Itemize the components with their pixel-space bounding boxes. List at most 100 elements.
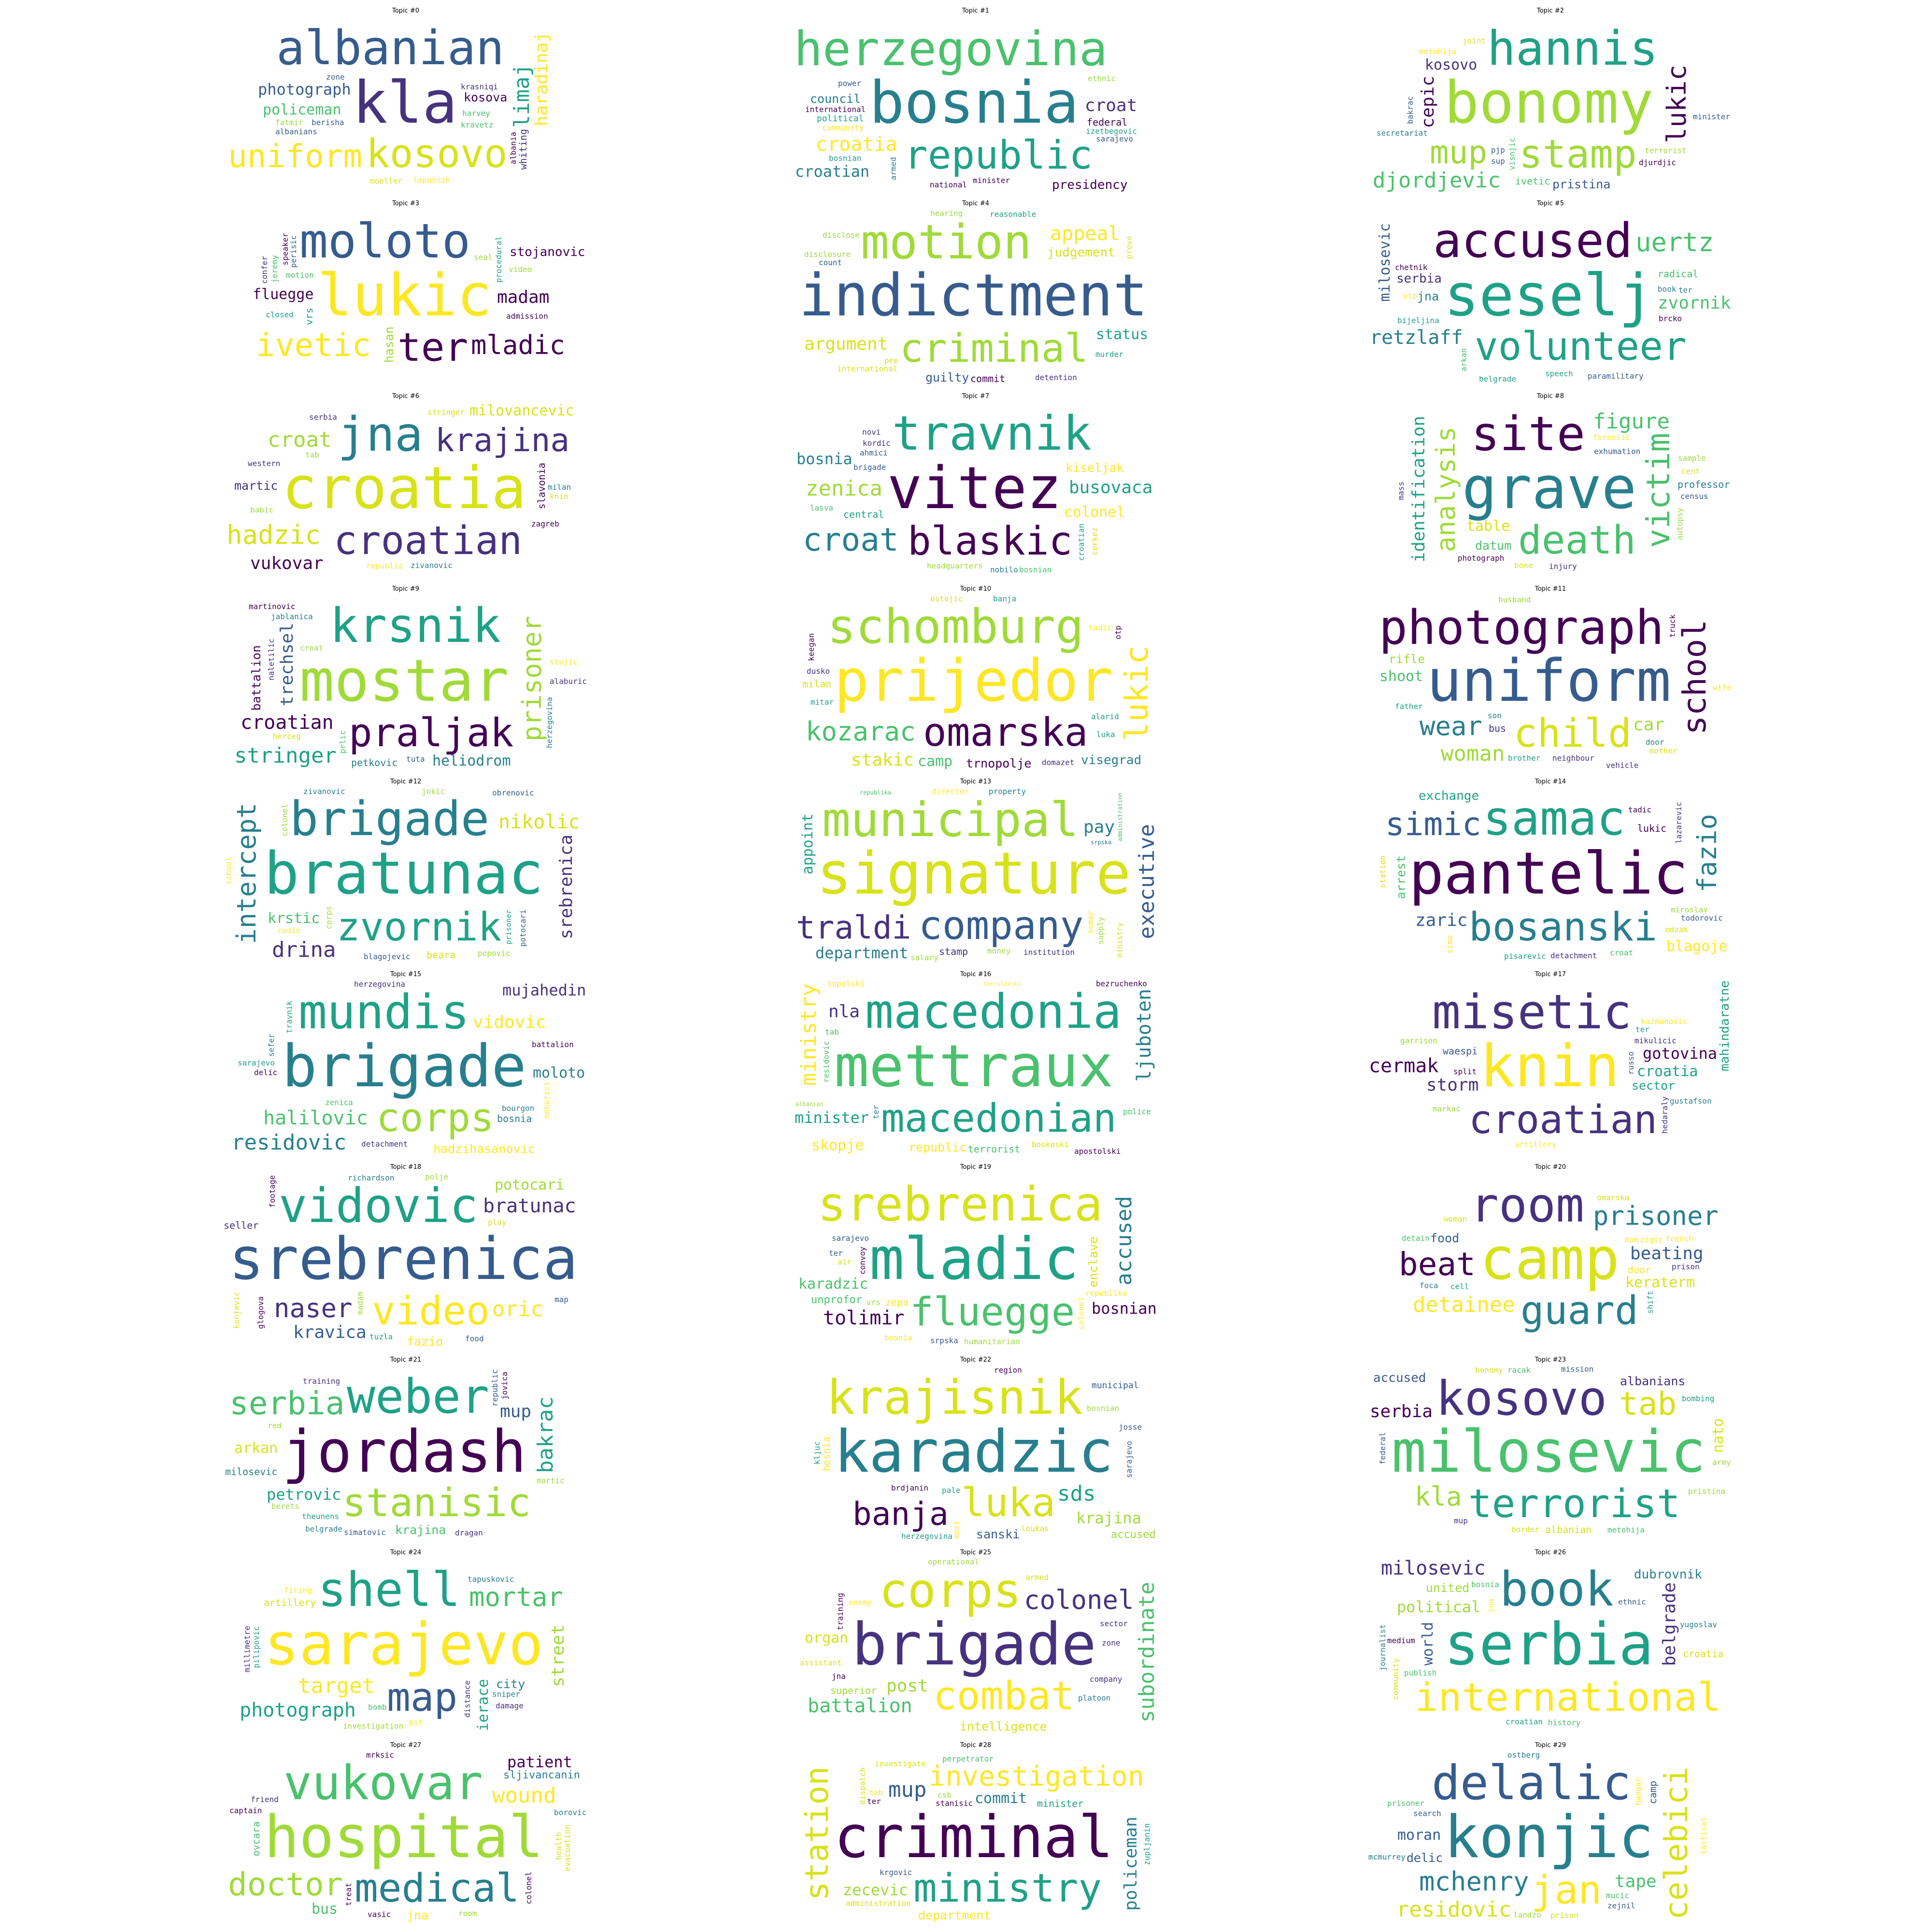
cloud-word: map [387,1675,458,1720]
cloud-word: subordinate [1135,1582,1159,1723]
cloud-word: stamp [939,946,968,957]
cloud-word: albanian [796,1101,824,1108]
cloud-word: drina [272,938,336,962]
cloud-word: omarska [923,710,1088,755]
cloud-word: brigade [282,1033,526,1100]
cloud-word: richardson [348,1173,395,1182]
cloud-word: joint [1463,36,1486,45]
cloud-word: belgrade [305,1524,343,1534]
cloud-word: pale [942,1486,961,1495]
cloud-word: tab [1619,1385,1677,1422]
cloud-word: jovica [500,1372,509,1400]
topic-panel: Topic #5 seselj accused volunteer retzlaff ue… [1367,199,1734,385]
cloud-word: hadzic [227,520,321,550]
cloud-word: harvey [462,109,490,118]
cloud-word: albanian [276,21,505,76]
cloud-word: accused [1433,213,1633,269]
cloud-word: ivetic [1515,175,1550,187]
cloud-word: mahindaratne [1718,980,1732,1071]
cloud-word: boskoski [1032,1140,1069,1149]
cloud-word: samac [1483,791,1626,846]
cloud-word: croatia [282,455,526,522]
cloud-word: bratunac [483,1195,576,1217]
cloud-word: herzegovina [901,1532,952,1541]
cloud-word: photograph [240,1699,356,1721]
cloud-word: patient [507,1753,572,1771]
cloud-word: investigation [343,1721,404,1731]
cloud-word: luka [961,1480,1056,1526]
topic-title: Topic #17 [1534,971,1566,978]
topic-title: Topic #6 [392,393,419,400]
cloud-word: beara [426,949,456,961]
cloud-word: tuta [406,754,425,764]
cloud-word: brcko [1659,314,1682,323]
cloud-word: assistant [800,1658,842,1667]
cloud-word: loukas [1021,1524,1049,1533]
cloud-word: corps [324,906,333,930]
cloud-word: serbia [1396,271,1442,286]
cloud-word: colonel [1064,504,1125,521]
cloud-word: car [1633,715,1665,735]
topic-panel: Topic #28 criminal investigation ministry st… [792,1741,1159,1927]
cloud-word: brother [1508,753,1541,763]
cloud-word: cell [1450,1282,1469,1291]
word-cloud: mettraux macedonia macedonian ljuboten minis… [792,979,1159,1156]
cloud-word: jan [1531,1868,1602,1913]
cloud-word: book [1500,1562,1614,1617]
cloud-word: stanisic [342,1480,531,1526]
cloud-word: wear [1420,711,1483,741]
cloud-word: busovaca [1069,478,1153,497]
cloud-word: zone [1102,1638,1121,1648]
cloud-word: trnopolje [966,756,1032,770]
cloud-word: wife [1713,683,1732,692]
cloud-word: tuzla [369,1332,393,1341]
cloud-word: uniform [228,138,363,175]
cloud-word: croatian [1506,1717,1543,1726]
cloud-word: josse [1119,1422,1142,1432]
cloud-word: border [1511,1525,1539,1534]
cloud-word: mujahedin [502,981,586,999]
cloud-word: prisoner [504,909,513,945]
cloud-word: visegrad [1081,753,1142,767]
cloud-word: fazio [1692,814,1722,893]
cloud-word: waespi [1443,1045,1478,1057]
cloud-word: novi [862,427,881,437]
topic-title: Topic #0 [392,7,419,14]
cloud-word: hit [409,1718,423,1727]
cloud-word: uertz [1635,227,1714,257]
topic-panel: Topic #9 mostar krsnik praljak croatian priso… [222,585,589,771]
topic-title: Topic #14 [1534,778,1566,785]
cloud-word: garrison [1400,1036,1438,1045]
cloud-word: sarajevo [832,1234,869,1243]
cloud-word: unprofor [811,1294,862,1306]
topic-panel: Topic #27 hospital vukovar medical doctor pat… [222,1741,589,1927]
word-cloud: croatia jna croatian krajina hadzic croat vuko… [222,401,589,578]
cloud-word: injury [1549,562,1577,571]
cloud-word: bezruchenko [1096,979,1147,988]
cloud-word: vidovic [279,1179,479,1234]
cloud-word: central [843,509,884,520]
cloud-word: metohija [1419,47,1457,56]
cloud-word: bone [1514,561,1533,570]
word-cloud: sarajevo shell map photograph mortar target st… [222,1557,589,1734]
cloud-word: macedonia [865,984,1122,1039]
cloud-word: organ [805,1630,849,1647]
cloud-word: minister [1037,1798,1084,1809]
cloud-word: bosnian [1087,1404,1120,1413]
cloud-word: appeal [1050,223,1120,245]
topic-panel: Topic #20 camp room guard beat prisoner detain… [1367,1163,1734,1349]
cloud-word: pisarevic [1504,952,1546,961]
cloud-word: tab [825,1027,839,1037]
topic-title: Topic #28 [960,1742,992,1749]
cloud-word: fluegge [910,1290,1075,1335]
topic-panel: Topic #26 serbia book international milosevi… [1367,1548,1734,1734]
cloud-word: perisic [289,235,298,268]
cloud-word: training [836,1593,845,1631]
cloud-word: combat [933,1674,1075,1719]
cloud-word: mup [500,1402,532,1421]
topic-title: Topic #29 [1534,1742,1566,1749]
topic-title: Topic #23 [1534,1356,1566,1364]
cloud-word: prisoner [1593,1201,1719,1231]
cloud-word: moloto [299,214,471,269]
cloud-word: bonomy [1475,1365,1503,1375]
